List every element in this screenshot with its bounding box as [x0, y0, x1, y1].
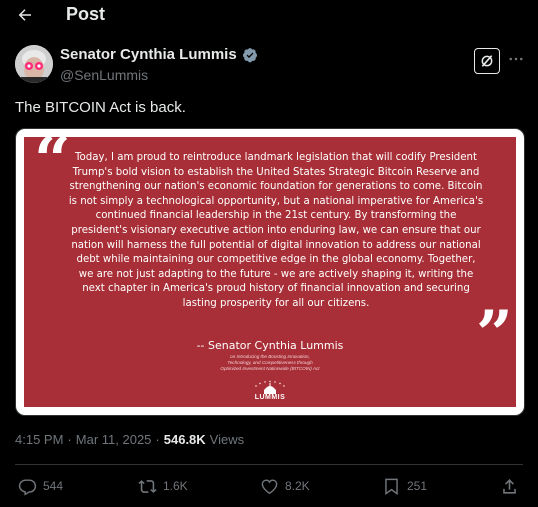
- lummis-logo: LUMMIS: [248, 380, 292, 406]
- arrow-left-icon: [18, 9, 31, 21]
- like-button[interactable]: 8.2K: [260, 474, 310, 498]
- bookmark-count: 251: [407, 479, 428, 493]
- verified-badge-icon[interactable]: [242, 47, 258, 63]
- action-bar: 544 1.6K 8.2K 251: [0, 474, 538, 498]
- page-title: Post: [66, 4, 106, 24]
- share-button[interactable]: [500, 474, 519, 498]
- repost-count: 1.6K: [163, 479, 188, 493]
- more-options-button[interactable]: [506, 50, 526, 70]
- signature-subtitle-line: Optimized Investment Nationwide (BITCOIN…: [220, 366, 320, 371]
- more-horizontal-icon: [509, 57, 523, 61]
- statement-text: Today, I am proud to reintroduce landmar…: [68, 152, 484, 309]
- grok-icon: [481, 55, 493, 67]
- top-bar: Post: [0, 0, 538, 30]
- grok-button[interactable]: [474, 48, 500, 74]
- post-text: The BITCOIN Act is back.: [15, 99, 186, 116]
- author-name[interactable]: Senator Cynthia Lummis: [60, 46, 237, 63]
- views-count[interactable]: 546.8K: [164, 432, 206, 447]
- back-button[interactable]: [14, 4, 36, 26]
- logo-text: LUMMIS: [254, 394, 286, 401]
- avatar-image: [15, 45, 53, 83]
- post-media-image[interactable]: “ Today, I am proud to reintroduce landm…: [15, 128, 525, 416]
- post-date[interactable]: Mar 11, 2025: [76, 432, 152, 447]
- author-handle[interactable]: @SenLummis: [60, 67, 148, 83]
- like-count: 8.2K: [285, 479, 310, 493]
- bookmark-button[interactable]: 251: [382, 474, 427, 498]
- meta-separator: ·: [155, 432, 160, 447]
- divider: [15, 464, 523, 465]
- post-time[interactable]: 4:15 PM: [15, 432, 63, 447]
- author-name-row: Senator Cynthia Lummis: [60, 46, 258, 63]
- meta-separator: ·: [67, 432, 72, 447]
- heart-icon: [261, 478, 278, 494]
- repost-icon: [138, 479, 157, 493]
- views-label: Views: [209, 432, 245, 447]
- bookmark-icon: [385, 478, 398, 495]
- reply-button[interactable]: 544: [18, 474, 63, 498]
- avatar[interactable]: [15, 45, 53, 83]
- statement-card: “ Today, I am proud to reintroduce landm…: [24, 129, 516, 407]
- reply-count: 544: [43, 479, 64, 493]
- share-icon: [503, 478, 516, 494]
- signature: -- Senator Cynthia Lummis: [196, 339, 344, 352]
- repost-button[interactable]: 1.6K: [138, 474, 188, 498]
- post-meta: 4:15 PM · Mar 11, 2025 · 546.8K Views: [15, 432, 244, 447]
- reply-icon: [18, 478, 37, 496]
- open-quote-icon: “: [34, 123, 71, 198]
